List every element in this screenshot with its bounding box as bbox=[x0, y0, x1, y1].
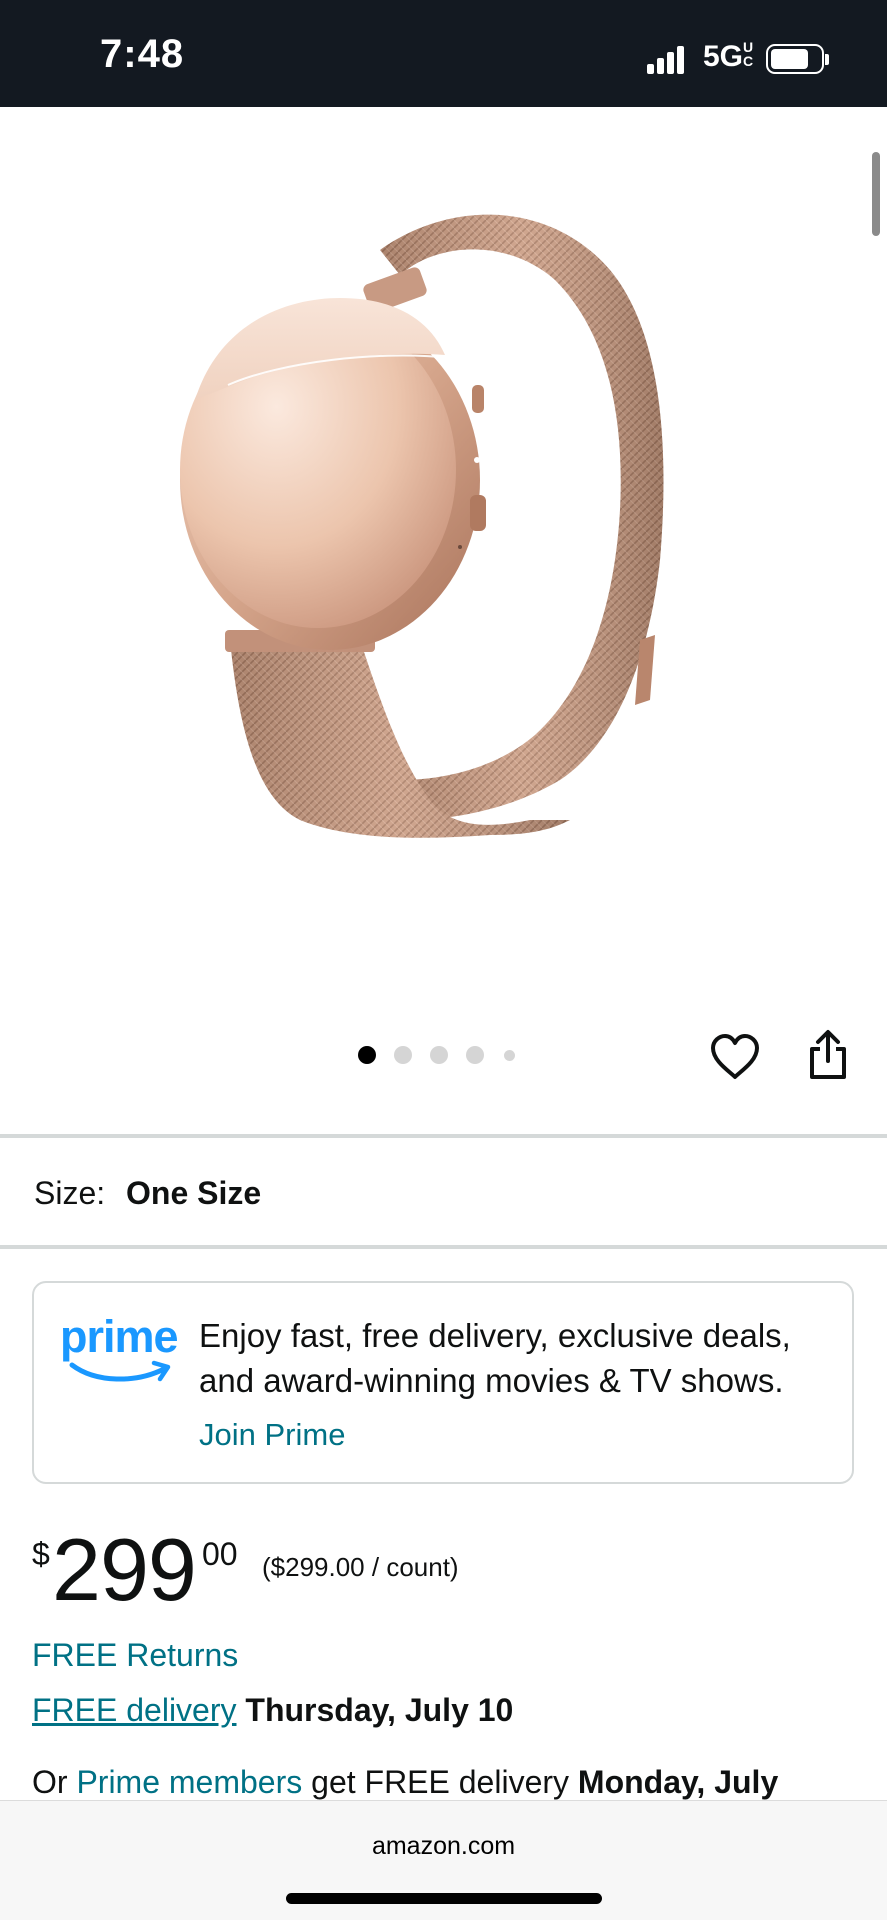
prime-delivery-date: Monday, July bbox=[577, 1764, 779, 1800]
prime-delivery-info: Or Prime members get FREE delivery Monda… bbox=[32, 1764, 778, 1801]
unit-price: ($299.00 / count) bbox=[262, 1552, 459, 1582]
status-time: 7:48 bbox=[100, 32, 185, 76]
prime-logo-text: prime bbox=[60, 1311, 179, 1362]
scroll-indicator[interactable] bbox=[872, 152, 880, 236]
size-selector[interactable]: Size: One Size bbox=[34, 1175, 261, 1212]
section-divider bbox=[0, 1134, 887, 1138]
prime-promo-card: prime Enjoy fast, free delivery, exclusi… bbox=[32, 1281, 854, 1484]
section-divider bbox=[0, 1245, 887, 1249]
free-returns-link[interactable]: FREE Returns bbox=[32, 1637, 238, 1674]
signal-strength-icon bbox=[647, 44, 687, 74]
share-icon[interactable] bbox=[800, 1027, 856, 1083]
prime-delivery-prefix: Or bbox=[32, 1764, 68, 1800]
battery-tip bbox=[825, 54, 829, 65]
status-bar: 7:48 5GUC bbox=[0, 0, 887, 107]
carousel-dot[interactable] bbox=[466, 1046, 484, 1064]
battery-icon bbox=[766, 44, 824, 74]
carousel-dot[interactable] bbox=[394, 1046, 412, 1064]
product-page: 7:48 5GUC Size: One Size prime Enjoy fas… bbox=[0, 0, 887, 1920]
price-currency-symbol: $ bbox=[32, 1536, 50, 1572]
prime-smile-icon bbox=[69, 1360, 171, 1382]
product-image[interactable] bbox=[150, 180, 710, 860]
size-value: One Size bbox=[126, 1175, 262, 1211]
url-text[interactable]: amazon.com bbox=[0, 1832, 887, 1861]
rose-gold-wearable-band bbox=[180, 214, 664, 838]
price-whole: 299 bbox=[52, 1520, 197, 1619]
carousel-dot-active[interactable] bbox=[358, 1046, 376, 1064]
browser-address-bar[interactable]: amazon.com bbox=[0, 1800, 887, 1920]
join-prime-link[interactable]: Join Prime bbox=[199, 1417, 345, 1453]
price-fraction: 00 bbox=[202, 1536, 238, 1572]
size-label: Size: bbox=[34, 1175, 106, 1211]
free-delivery-link[interactable]: FREE delivery bbox=[32, 1692, 237, 1728]
battery-level bbox=[771, 49, 809, 69]
network-superscript: UC bbox=[743, 39, 754, 69]
network-indicator: 5GUC bbox=[703, 40, 753, 74]
prime-delivery-text: get FREE delivery bbox=[311, 1764, 570, 1800]
prime-members-link[interactable]: Prime members bbox=[76, 1764, 302, 1800]
home-indicator[interactable] bbox=[286, 1893, 602, 1904]
delivery-date: Thursday, July 10 bbox=[245, 1692, 514, 1728]
prime-logo: prime bbox=[60, 1311, 180, 1391]
network-label: 5G bbox=[703, 40, 744, 73]
prime-description: Enjoy fast, free delivery, exclusive dea… bbox=[199, 1317, 791, 1399]
carousel-dot[interactable] bbox=[504, 1050, 515, 1061]
delivery-info: FREE delivery Thursday, July 10 bbox=[32, 1692, 513, 1729]
carousel-dot[interactable] bbox=[430, 1046, 448, 1064]
heart-icon[interactable] bbox=[707, 1029, 763, 1085]
